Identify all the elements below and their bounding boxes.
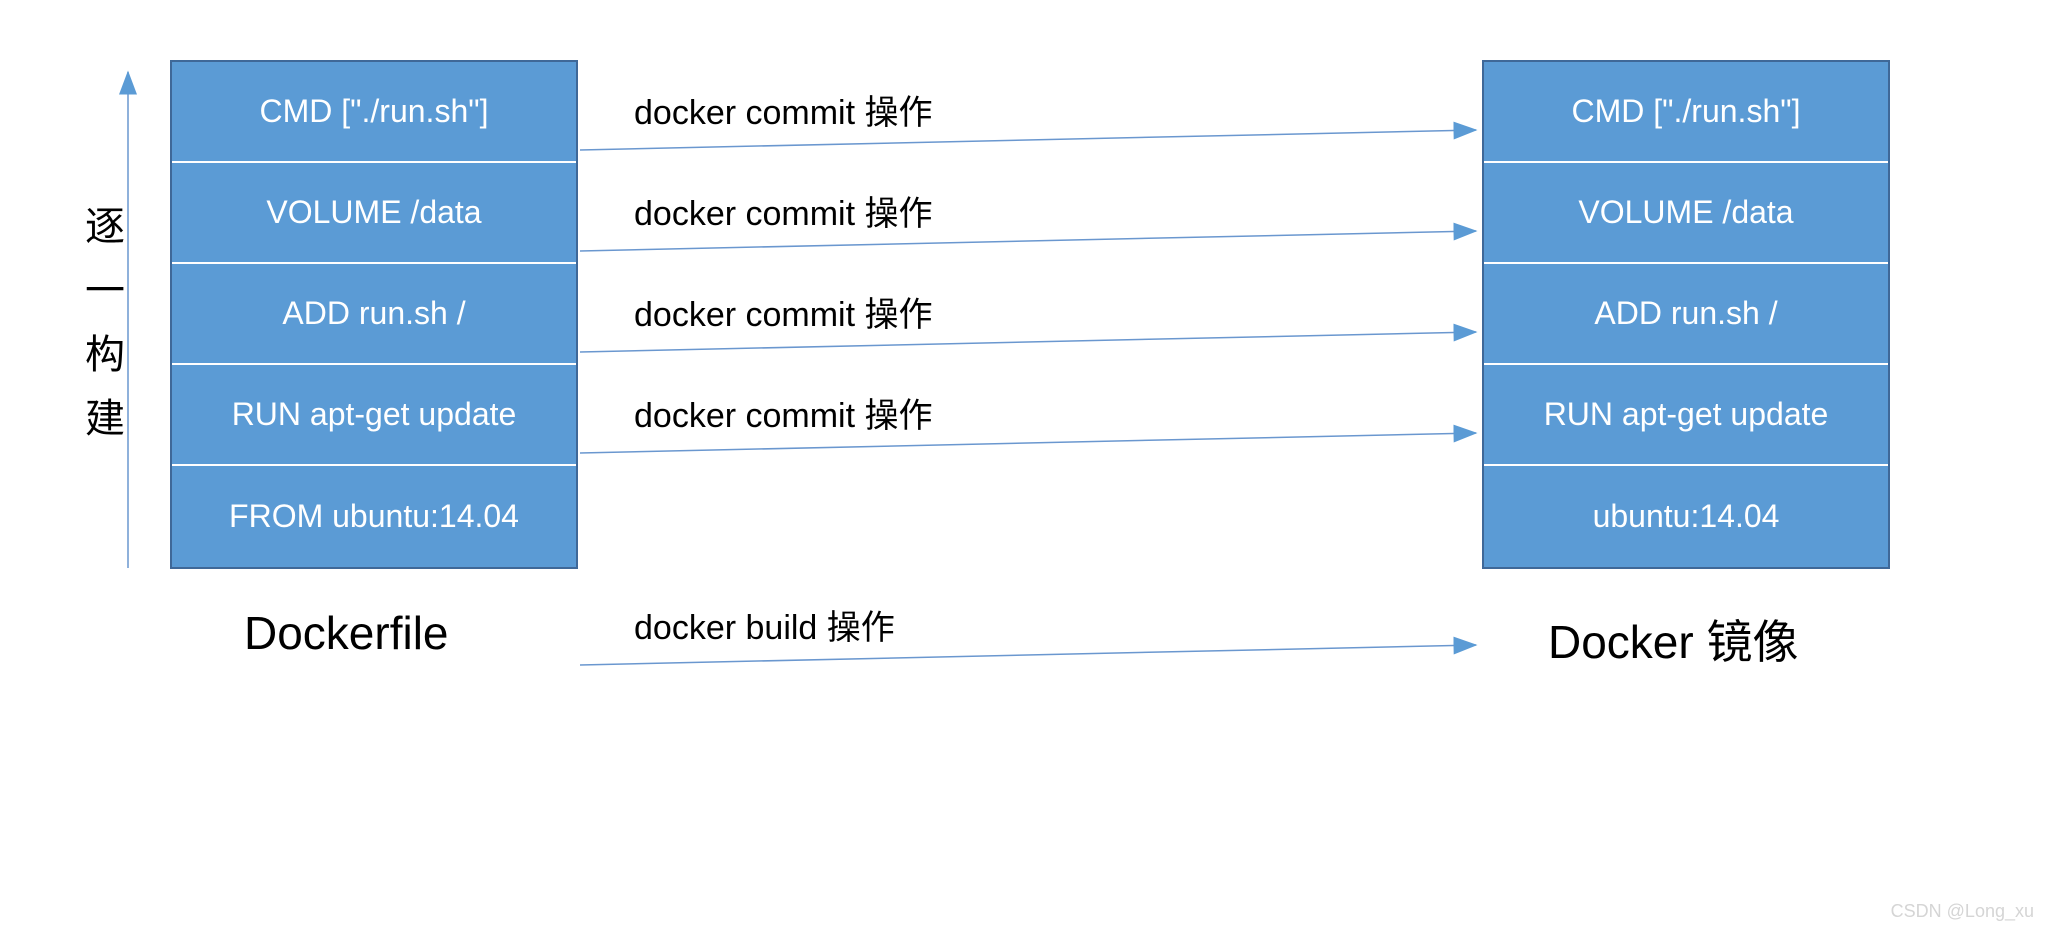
dockerfile-layer-volume: VOLUME /data: [172, 163, 576, 264]
dockerfile-stack: CMD ["./run.sh"] VOLUME /data ADD run.sh…: [170, 60, 578, 569]
watermark: CSDN @Long_xu: [1891, 901, 2034, 922]
dockerfile-layer-from: FROM ubuntu:14.04: [172, 466, 576, 567]
image-layer-volume: VOLUME /data: [1484, 163, 1888, 264]
dockerfile-layer-add: ADD run.sh /: [172, 264, 576, 365]
dockerfile-layer-cmd: CMD ["./run.sh"]: [172, 62, 576, 163]
image-layer-run: RUN apt-get update: [1484, 365, 1888, 466]
dockerfile-title: Dockerfile: [244, 606, 449, 660]
build-label: docker build 操作: [634, 600, 895, 649]
commit-label-3: docker commit 操作: [634, 287, 933, 336]
commit-label-1: docker commit 操作: [634, 85, 933, 134]
image-stack: CMD ["./run.sh"] VOLUME /data ADD run.sh…: [1482, 60, 1890, 569]
commit-label-4: docker commit 操作: [634, 388, 933, 437]
image-layer-add: ADD run.sh /: [1484, 264, 1888, 365]
commit-label-2: docker commit 操作: [634, 186, 933, 235]
image-layer-base: ubuntu:14.04: [1484, 466, 1888, 567]
build-order-note: 逐一构建: [85, 195, 125, 451]
image-layer-cmd: CMD ["./run.sh"]: [1484, 62, 1888, 163]
image-title: Docker 镜像: [1548, 606, 1798, 672]
dockerfile-layer-run: RUN apt-get update: [172, 365, 576, 466]
